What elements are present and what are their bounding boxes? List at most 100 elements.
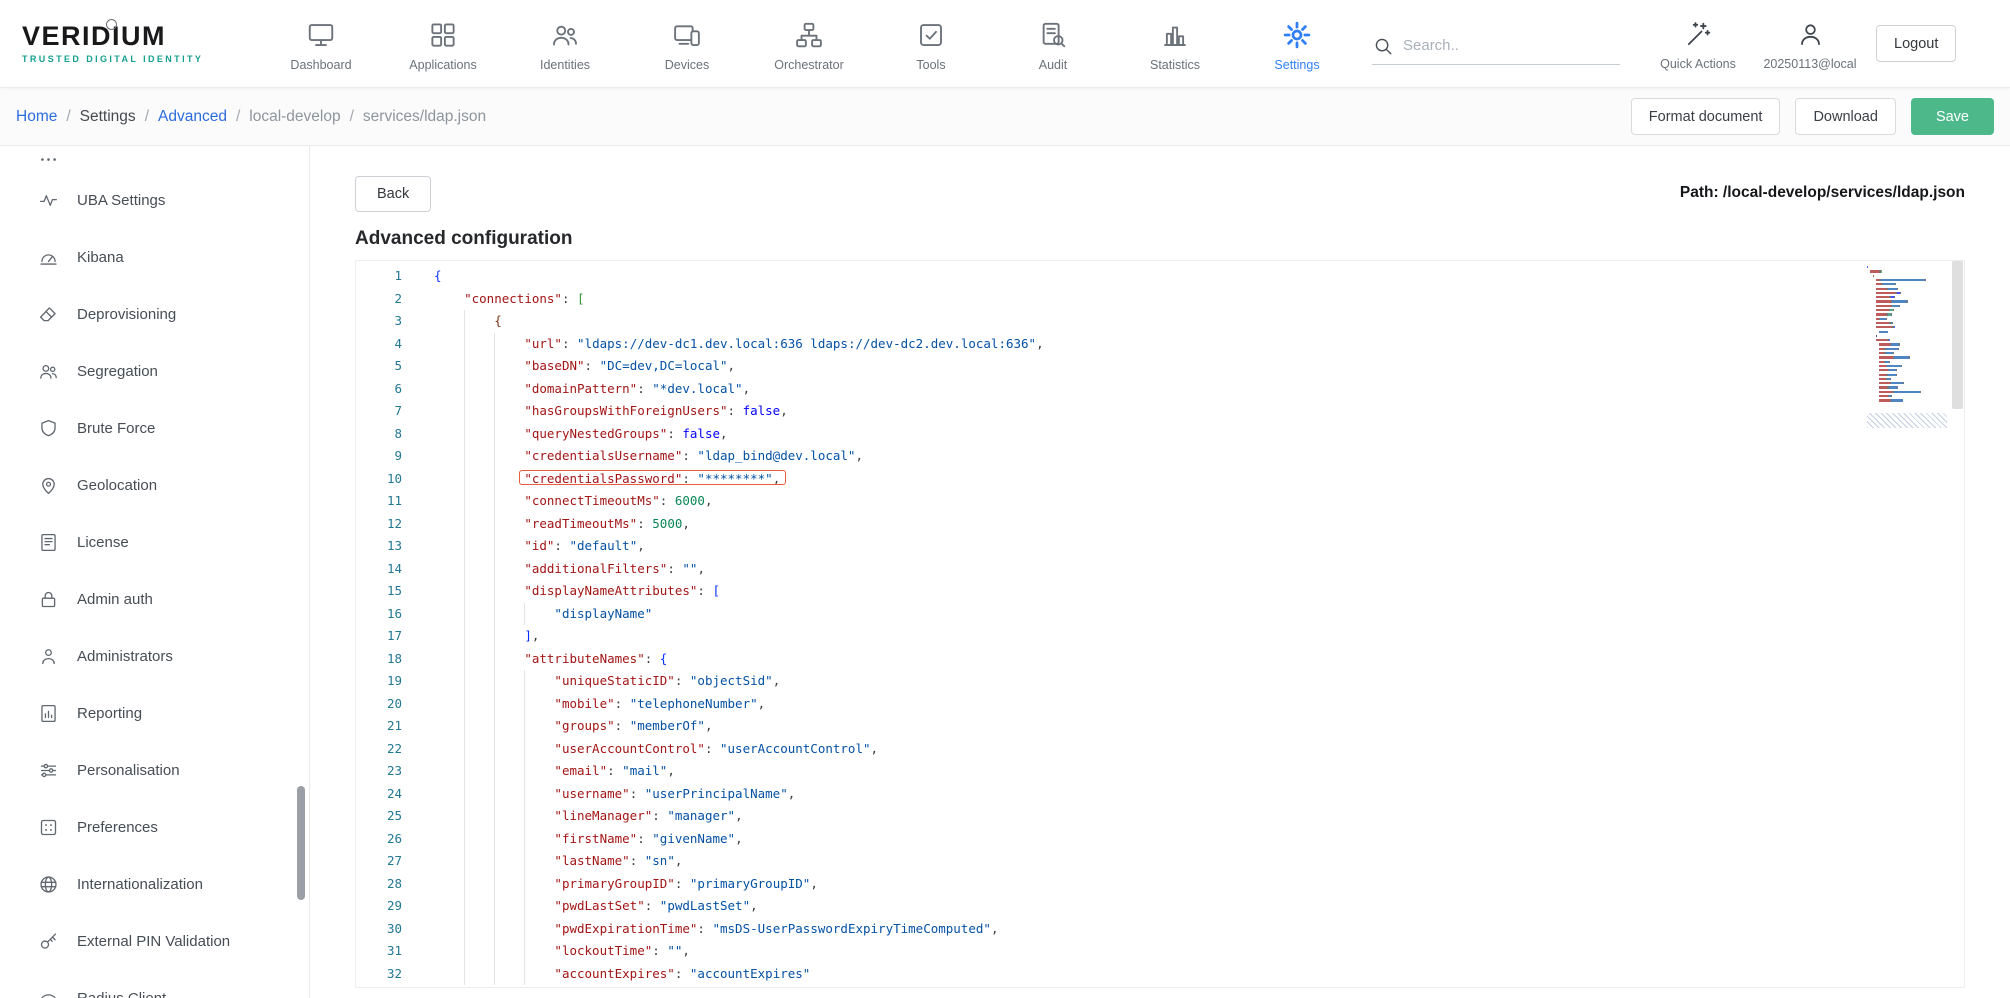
code-line[interactable]: 24 "username": "userPrincipalName", — [356, 783, 1964, 806]
code-text: "connections": [ — [434, 288, 585, 311]
code-line[interactable]: 31 "lockoutTime": "", — [356, 940, 1964, 963]
code-line[interactable]: 25 "lineManager": "manager", — [356, 805, 1964, 828]
code-line[interactable]: 6 "domainPattern": "*dev.local", — [356, 378, 1964, 401]
code-line[interactable]: 9 "credentialsUsername": "ldap_bind@dev.… — [356, 445, 1964, 468]
indent-guide — [524, 783, 525, 806]
indent-guide — [524, 738, 525, 761]
minimap-token — [1889, 339, 1890, 341]
logo-tagline: TRUSTED DIGITAL IDENTITY — [22, 54, 234, 64]
back-button[interactable]: Back — [355, 176, 431, 212]
sidebar-item-external-pin-validation[interactable]: External PIN Validation — [0, 913, 309, 970]
sidebar-item-personalisation[interactable]: Personalisation — [0, 742, 309, 799]
code-line[interactable]: 23 "email": "mail", — [356, 760, 1964, 783]
sidebar-item-kibana[interactable]: Kibana — [0, 229, 309, 286]
code-line[interactable]: 3 { — [356, 310, 1964, 333]
code-line[interactable]: 12 "readTimeoutMs": 5000, — [356, 513, 1964, 536]
save-button[interactable]: Save — [1911, 98, 1994, 135]
code-editor[interactable]: 1{2 "connections": [3 {4 "url": "ldaps:/… — [355, 260, 1965, 988]
nav-item-tools[interactable]: Tools — [870, 16, 992, 72]
sidebar-item-geolocation[interactable]: Geolocation — [0, 457, 309, 514]
sidebar-item-deprovisioning[interactable]: Deprovisioning — [0, 286, 309, 343]
user-menu[interactable]: 20250113@local — [1754, 16, 1866, 71]
nav-item-orchestrator[interactable]: Orchestrator — [748, 16, 870, 72]
minimap-token — [1880, 318, 1886, 320]
sidebar-item-brute-force[interactable]: Brute Force — [0, 400, 309, 457]
code-line[interactable]: 21 "groups": "memberOf", — [356, 715, 1964, 738]
code-line[interactable]: 26 "firstName": "givenName", — [356, 828, 1964, 851]
sidebar-item-segregation[interactable]: Segregation — [0, 343, 309, 400]
logout-button[interactable]: Logout — [1876, 25, 1956, 62]
sidebar-item-radius-client[interactable]: Radius Client — [0, 970, 309, 998]
minimap-token — [1888, 288, 1897, 290]
sidebar-item-reporting[interactable]: Reporting — [0, 685, 309, 742]
nav-item-applications[interactable]: Applications — [382, 16, 504, 72]
code-line[interactable]: 27 "lastName": "sn", — [356, 850, 1964, 873]
nav-item-devices[interactable]: Devices — [626, 16, 748, 72]
editor-scrollbar[interactable] — [1951, 261, 1964, 987]
sidebar-item-uba-settings[interactable]: UBA Settings — [0, 172, 309, 229]
indent-guide — [464, 580, 465, 603]
code-line[interactable]: 28 "primaryGroupID": "primaryGroupID", — [356, 873, 1964, 896]
code-line[interactable]: 17 ], — [356, 625, 1964, 648]
code-line[interactable]: 11 "connectTimeoutMs": 6000, — [356, 490, 1964, 513]
indent-guide — [494, 940, 495, 963]
code-line[interactable]: 15 "displayNameAttributes": [ — [356, 580, 1964, 603]
code-line[interactable]: 14 "additionalFilters": "", — [356, 558, 1964, 581]
breadcrumb-separator: / — [236, 108, 240, 126]
sidebar-item-label: Radius Client — [77, 990, 166, 998]
sidebar-item-preferences[interactable]: Preferences — [0, 799, 309, 856]
code-line[interactable]: 18 "attributeNames": { — [356, 648, 1964, 671]
nav-item-dashboard[interactable]: Dashboard — [260, 16, 382, 72]
breadcrumb-separator: / — [145, 108, 149, 126]
minimap[interactable] — [1867, 266, 1947, 426]
indent-guide — [524, 828, 525, 851]
code-line[interactable]: 29 "pwdLastSet": "pwdLastSet", — [356, 895, 1964, 918]
minimap-token — [1894, 356, 1908, 358]
nav-item-settings[interactable]: Settings — [1236, 16, 1358, 72]
search-input[interactable] — [1403, 37, 1620, 54]
sidebar-scrollbar-thumb[interactable] — [297, 786, 305, 900]
breadcrumb-item-home[interactable]: Home — [16, 108, 57, 126]
code-line[interactable]: 20 "mobile": "telephoneNumber", — [356, 693, 1964, 716]
code-line[interactable]: 8 "queryNestedGroups": false, — [356, 423, 1964, 446]
minimap-token — [1876, 335, 1877, 337]
line-number: 32 — [356, 963, 402, 986]
minimap-token — [1903, 382, 1904, 384]
sidebar-item-administrators[interactable]: Administrators — [0, 628, 309, 685]
code-line[interactable]: 13 "id": "default", — [356, 535, 1964, 558]
indent-guide — [494, 423, 495, 446]
code-line[interactable]: 7 "hasGroupsWithForeignUsers": false, — [356, 400, 1964, 423]
nav-item-identities[interactable]: Identities — [504, 16, 626, 72]
line-number: 25 — [356, 805, 402, 828]
breadcrumb-item-advanced[interactable]: Advanced — [158, 108, 227, 126]
sidebar-item-license[interactable]: License — [0, 514, 309, 571]
indent-guide — [494, 918, 495, 941]
veridium-logo[interactable]: VERIDIUM TRUSTED DIGITAL IDENTITY — [22, 23, 234, 64]
code-line[interactable]: 32 "accountExpires": "accountExpires" — [356, 963, 1964, 986]
minimap-token — [1879, 369, 1888, 371]
code-line[interactable]: 1{ — [356, 265, 1964, 288]
code-text: "mobile": "telephoneNumber", — [434, 693, 765, 716]
code-line[interactable]: 2 "connections": [ — [356, 288, 1964, 311]
editor-scrollbar-thumb[interactable] — [1952, 261, 1963, 409]
indent-guide — [494, 355, 495, 378]
line-number: 5 — [356, 355, 402, 378]
quick-actions-button[interactable]: Quick Actions — [1642, 16, 1754, 71]
sidebar-item-admin-auth[interactable]: Admin auth — [0, 571, 309, 628]
code-line[interactable]: 5 "baseDN": "DC=dev,DC=local", — [356, 355, 1964, 378]
code-line[interactable]: 16 "displayName" — [356, 603, 1964, 626]
nav-item-statistics[interactable]: Statistics — [1114, 16, 1236, 72]
sidebar-item-more[interactable] — [0, 146, 309, 172]
code-line[interactable]: 22 "userAccountControl": "userAccountCon… — [356, 738, 1964, 761]
topbar: VERIDIUM TRUSTED DIGITAL IDENTITY Dashbo… — [0, 0, 2010, 88]
nav-item-audit[interactable]: Audit — [992, 16, 1114, 72]
download-button[interactable]: Download — [1795, 98, 1896, 135]
minimap-token — [1909, 356, 1910, 358]
code-line[interactable]: 10 "credentialsPassword": "********", — [356, 468, 1964, 491]
code-line[interactable]: 30 "pwdExpirationTime": "msDS-UserPasswo… — [356, 918, 1964, 941]
sidebar-item-internationalization[interactable]: Internationalization — [0, 856, 309, 913]
format-document-button[interactable]: Format document — [1631, 98, 1781, 135]
code-lines: 1{2 "connections": [3 {4 "url": "ldaps:/… — [356, 261, 1964, 985]
code-line[interactable]: 19 "uniqueStaticID": "objectSid", — [356, 670, 1964, 693]
code-line[interactable]: 4 "url": "ldaps://dev-dc1.dev.local:636 … — [356, 333, 1964, 356]
